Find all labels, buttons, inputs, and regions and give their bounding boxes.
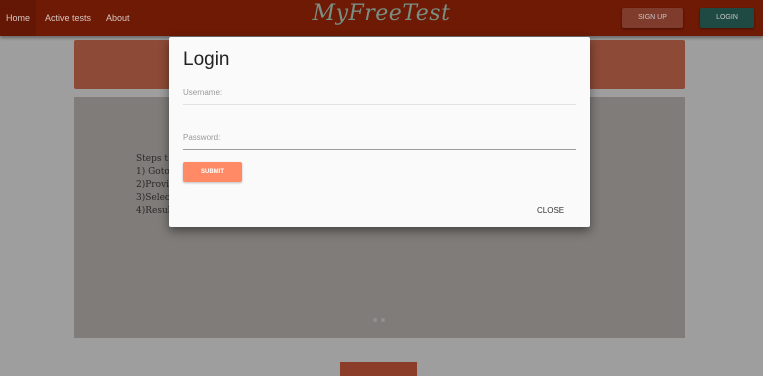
- steps-text: Steps t 1) Goto 2)Provi 3)Selec 4)Resul: [136, 153, 171, 218]
- signup-button[interactable]: SIGN UP: [622, 8, 683, 28]
- login-button[interactable]: LOGIN: [700, 8, 754, 28]
- carousel-dot: [381, 318, 385, 322]
- steps-line: 2)Provi: [136, 180, 169, 190]
- carousel-dot: [373, 318, 377, 322]
- steps-line: Steps t: [136, 154, 168, 164]
- top-navbar: Home Active tests About MyFreeTest SIGN …: [0, 0, 763, 36]
- steps-line: 3)Selec: [136, 193, 170, 203]
- steps-line: 4)Resul: [136, 206, 171, 216]
- steps-line: 1) Goto: [136, 167, 170, 177]
- modal-title: Login: [183, 49, 230, 70]
- login-modal: Login Username: Password: SUBMIT CLOSE: [169, 37, 590, 227]
- username-underline: [183, 104, 576, 105]
- submit-button[interactable]: SUBMIT: [183, 162, 242, 182]
- start-button: [340, 362, 417, 376]
- password-input[interactable]: [183, 133, 576, 149]
- password-underline: [183, 149, 576, 150]
- username-input[interactable]: [183, 88, 576, 104]
- close-button[interactable]: CLOSE: [537, 206, 564, 215]
